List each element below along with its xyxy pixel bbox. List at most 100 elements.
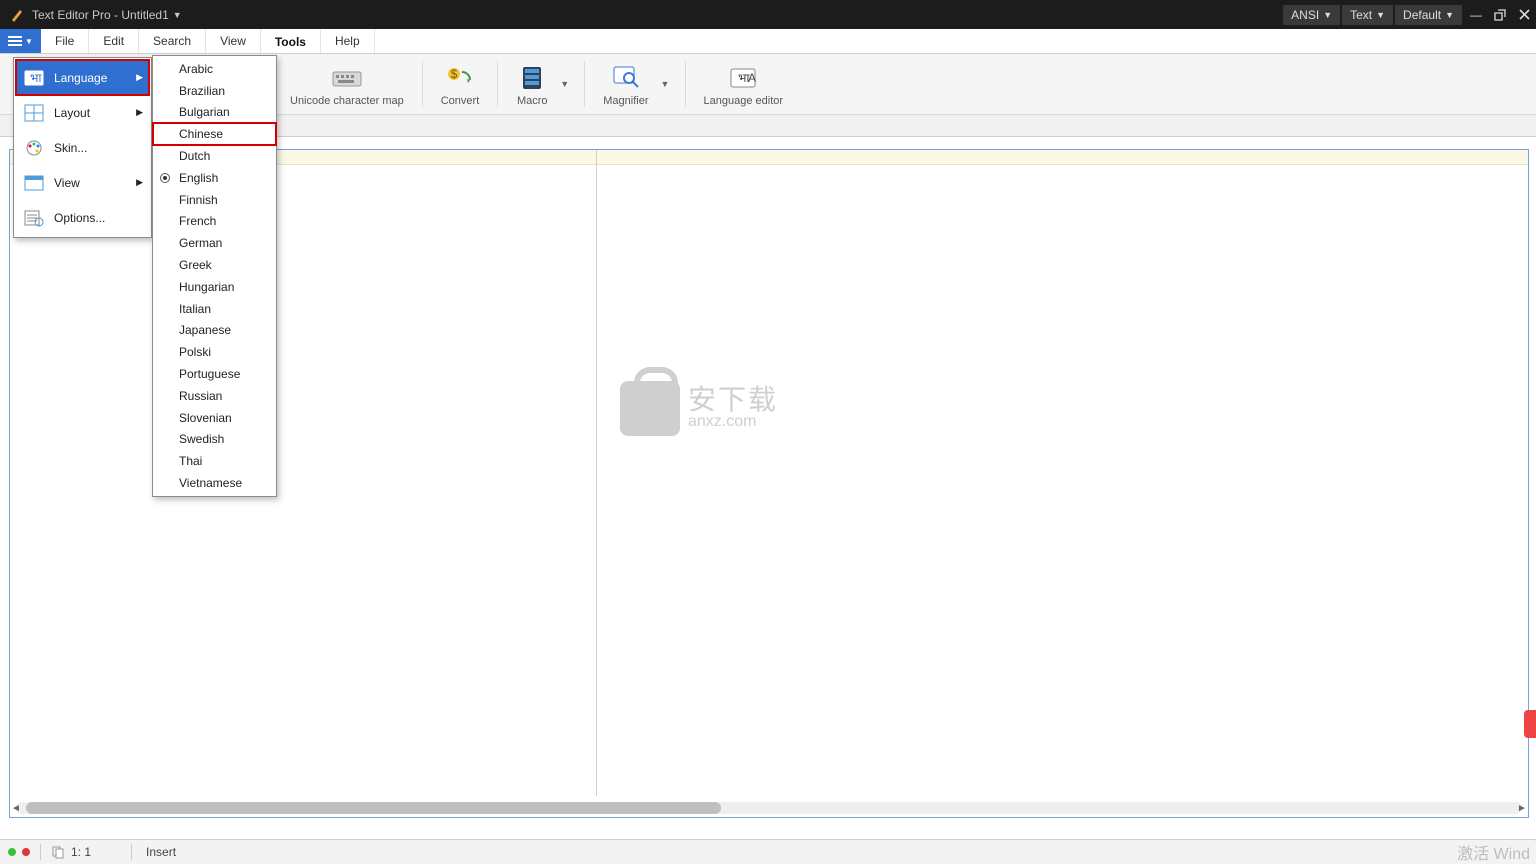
svg-text:भा: भा <box>30 71 42 85</box>
chevron-down-icon: ▼ <box>1323 10 1332 20</box>
menu-item-label: Language <box>54 71 107 85</box>
doc-name: Untitled1 <box>121 8 168 22</box>
menu-search[interactable]: Search <box>139 29 206 53</box>
language-option-label: Slovenian <box>179 411 232 425</box>
status-dot-red-icon[interactable] <box>22 848 30 856</box>
app-name: Text Editor Pro <box>32 8 111 22</box>
language-option-finnish[interactable]: Finnish <box>153 189 276 211</box>
ribbon-language-editor[interactable]: भाA Language editor <box>698 62 790 107</box>
language-option-label: French <box>179 214 216 228</box>
language-option-label: Brazilian <box>179 84 225 98</box>
ribbon-macro[interactable]: Macro <box>510 62 554 107</box>
menu-item-skin[interactable]: Skin... <box>16 130 149 165</box>
language-option-arabic[interactable]: Arabic <box>153 58 276 80</box>
language-option-german[interactable]: German <box>153 232 276 254</box>
language-option-greek[interactable]: Greek <box>153 254 276 276</box>
view-icon <box>22 171 46 195</box>
status-position: 1: 1 <box>71 845 91 859</box>
submenu-arrow-icon: ▶ <box>136 72 143 83</box>
encoding-ansi-button[interactable]: ANSI▼ <box>1283 5 1340 25</box>
language-option-french[interactable]: French <box>153 211 276 233</box>
close-button[interactable] <box>1512 3 1536 27</box>
language-option-label: Italian <box>179 302 211 316</box>
tools-dropdown-menu: भा Language ▶ Layout ▶ Skin... View ▶ Op… <box>13 57 152 238</box>
language-option-label: Portuguese <box>179 367 240 381</box>
horizontal-scrollbar[interactable]: ◄ ► <box>16 802 1522 814</box>
language-option-thai[interactable]: Thai <box>153 450 276 472</box>
ribbon-magnifier[interactable]: Magnifier <box>597 62 654 107</box>
menu-help[interactable]: Help <box>321 29 375 53</box>
language-option-hungarian[interactable]: Hungarian <box>153 276 276 298</box>
language-option-japanese[interactable]: Japanese <box>153 320 276 342</box>
macro-dropdown-icon[interactable]: ▼ <box>560 79 572 89</box>
hamburger-menu-button[interactable]: ▼ <box>0 29 41 53</box>
language-option-brazilian[interactable]: Brazilian <box>153 80 276 102</box>
language-option-chinese[interactable]: Chinese <box>153 123 276 145</box>
menu-item-layout[interactable]: Layout ▶ <box>16 95 149 130</box>
chevron-down-icon: ▼ <box>25 37 33 46</box>
scroll-right-arrow-icon[interactable]: ► <box>1516 802 1528 814</box>
language-option-polski[interactable]: Polski <box>153 341 276 363</box>
menu-view[interactable]: View <box>206 29 261 53</box>
language-option-english[interactable]: English <box>153 167 276 189</box>
editor-split-divider[interactable] <box>596 150 597 796</box>
language-option-label: German <box>179 236 222 250</box>
language-option-swedish[interactable]: Swedish <box>153 429 276 451</box>
language-option-label: Greek <box>179 258 212 272</box>
magnifier-dropdown-icon[interactable]: ▼ <box>661 79 673 89</box>
scrollbar-thumb[interactable] <box>26 802 721 814</box>
language-option-label: Swedish <box>179 432 224 446</box>
encoding-text-button[interactable]: Text▼ <box>1342 5 1393 25</box>
language-option-label: Bulgarian <box>179 105 230 119</box>
maximize-button[interactable] <box>1488 3 1512 27</box>
status-pages-icon[interactable] <box>51 845 65 859</box>
status-dot-green-icon[interactable] <box>8 848 16 856</box>
language-option-label: English <box>179 171 218 185</box>
chevron-down-icon: ▼ <box>1445 10 1454 20</box>
menu-file[interactable]: File <box>41 29 89 53</box>
scroll-left-arrow-icon[interactable]: ◄ <box>10 802 22 814</box>
doc-dropdown-icon[interactable]: ▼ <box>173 10 182 20</box>
language-option-italian[interactable]: Italian <box>153 298 276 320</box>
language-option-russian[interactable]: Russian <box>153 385 276 407</box>
hamburger-icon <box>8 36 22 46</box>
window-title: Text Editor Pro - Untitled1 <box>32 8 169 22</box>
language-submenu: Arabic Brazilian Bulgarian Chinese Dutch Engl… <box>152 55 277 497</box>
chevron-down-icon: ▼ <box>1376 10 1385 20</box>
language-option-label: Polski <box>179 345 211 359</box>
language-option-label: Dutch <box>179 149 210 163</box>
language-option-portuguese[interactable]: Portuguese <box>153 363 276 385</box>
encoding-default-button[interactable]: Default▼ <box>1395 5 1462 25</box>
language-option-label: Japanese <box>179 323 231 337</box>
language-option-dutch[interactable]: Dutch <box>153 145 276 167</box>
skin-icon <box>22 136 46 160</box>
menu-item-view[interactable]: View ▶ <box>16 165 149 200</box>
language-option-label: Finnish <box>179 193 218 207</box>
layout-icon <box>22 101 46 125</box>
menu-item-options[interactable]: Options... <box>16 200 149 235</box>
menu-edit[interactable]: Edit <box>89 29 139 53</box>
language-icon: भा <box>22 66 46 90</box>
magnifier-icon <box>610 62 642 94</box>
language-option-label: Thai <box>179 454 202 468</box>
macro-icon <box>516 62 548 94</box>
windows-activate-text: 激活 Wind <box>1457 840 1530 864</box>
language-editor-icon: भाA <box>727 62 759 94</box>
language-option-bulgarian[interactable]: Bulgarian <box>153 102 276 124</box>
menu-tools[interactable]: Tools <box>261 29 321 53</box>
convert-icon: $ <box>444 62 476 94</box>
ribbon-unicode-map[interactable]: Unicode character map <box>284 62 410 107</box>
menu-item-language[interactable]: भा Language ▶ <box>16 60 149 95</box>
menu-item-label: Options... <box>54 211 105 225</box>
language-option-vietnamese[interactable]: Vietnamese <box>153 472 276 494</box>
minimize-button[interactable]: — <box>1464 3 1488 27</box>
title-bar: Text Editor Pro - Untitled1 ▼ ANSI▼ Text… <box>0 0 1536 29</box>
app-icon <box>8 6 26 24</box>
edge-badge-icon <box>1524 710 1536 738</box>
menu-item-label: View <box>54 176 80 190</box>
status-insert-mode: Insert <box>146 845 176 859</box>
svg-text:$: $ <box>451 67 458 81</box>
ribbon-convert[interactable]: $ Convert <box>435 62 486 107</box>
language-option-slovenian[interactable]: Slovenian <box>153 407 276 429</box>
menu-item-label: Skin... <box>54 141 87 155</box>
